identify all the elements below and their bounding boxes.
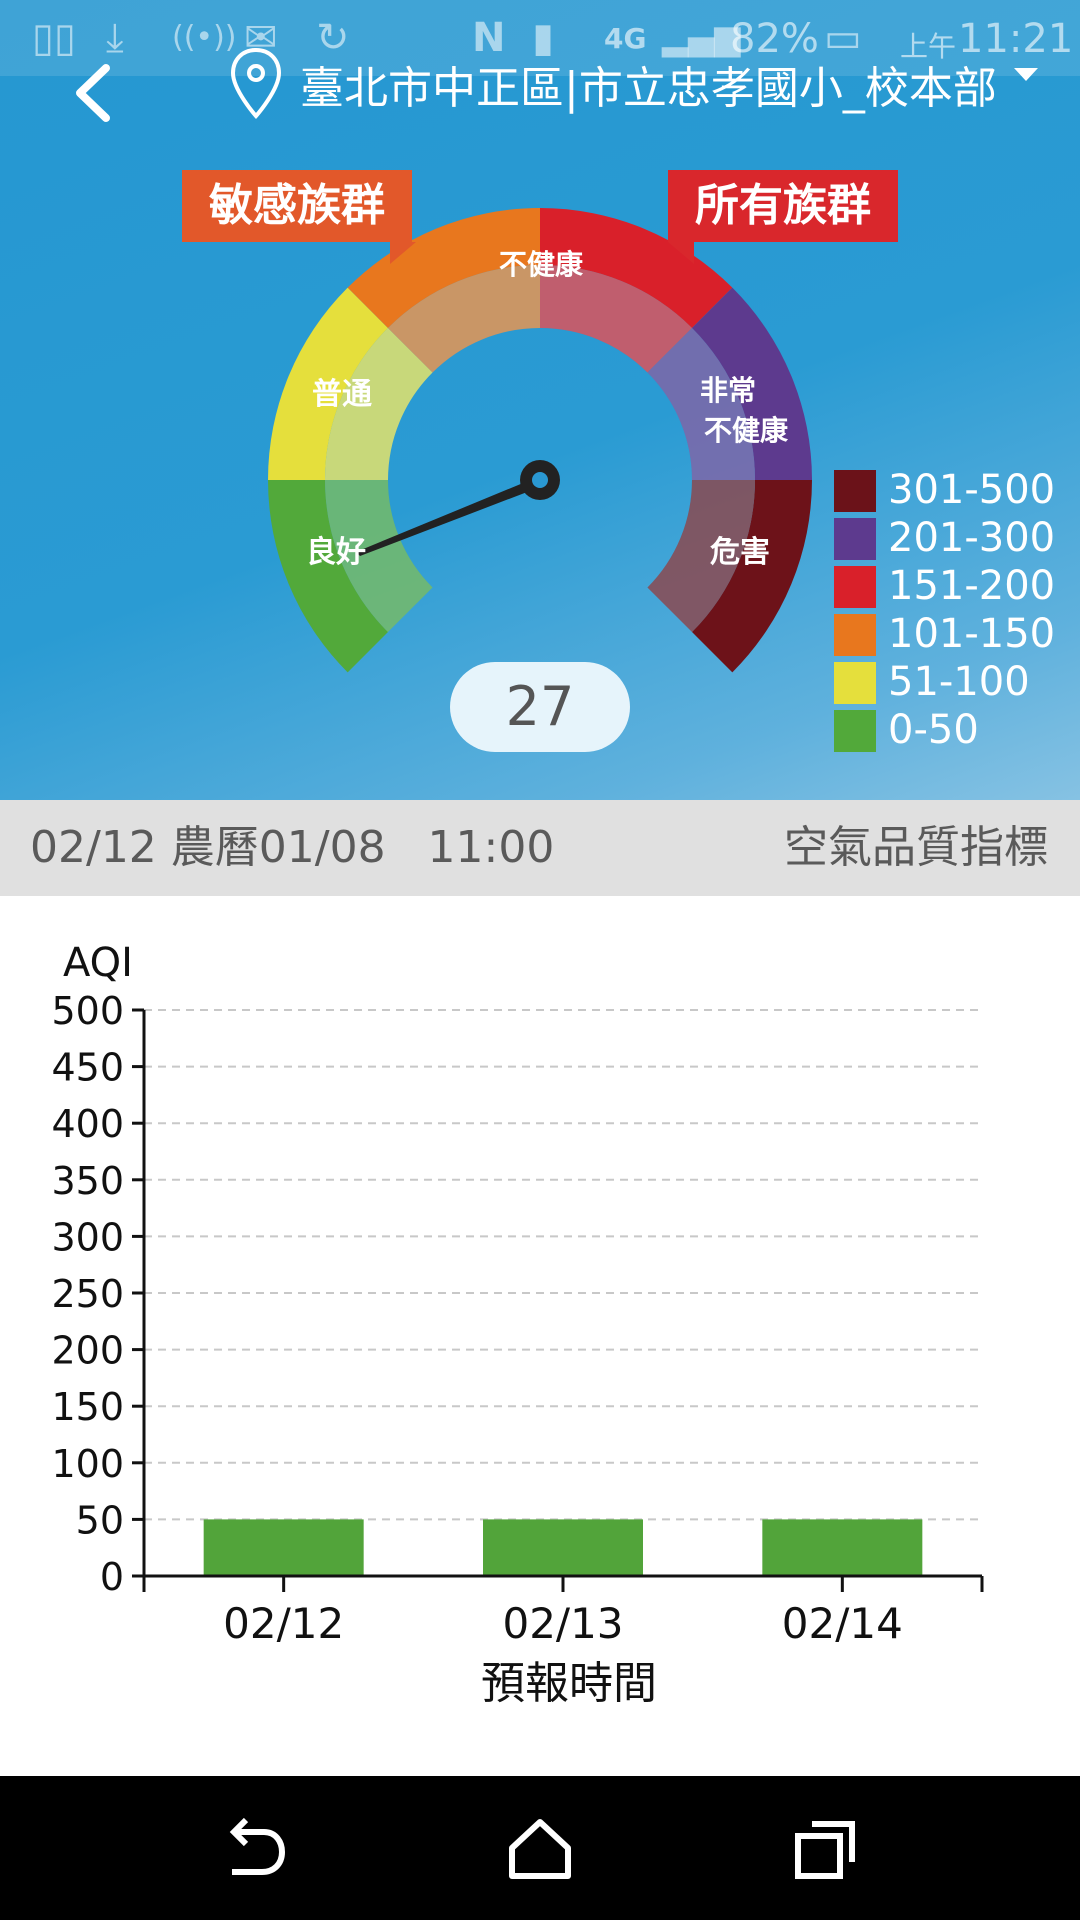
legend-swatch [834, 518, 876, 560]
aqi-value-badge: 27 [450, 662, 630, 752]
aqi-hero-panel: ▯▯ ⤓ ((•)) ✉ ↻ N ▮ 4G ▂▄▆ 82% ▭ 上午 11:21… [0, 0, 1080, 800]
legend-label: 101-150 [888, 611, 1056, 657]
forecast-bar-chart: AQI 0 50 100 150 200 250 300 350 400 450 500 02/12 02… [51, 940, 984, 1709]
sensitive-groups-tag: 敏感族群 [182, 170, 412, 242]
y-tick-label: 250 [51, 1272, 124, 1316]
segment-label-hazardous: 危害 [710, 535, 770, 570]
y-tick-label: 200 [51, 1329, 124, 1373]
system-nav-bar [0, 1776, 1080, 1920]
segment-label-unhealthy: 不健康 [499, 248, 584, 281]
x-tick-label: 02/14 [782, 1599, 903, 1648]
legend-swatch [834, 566, 876, 608]
segment-label-very-unhealthy-1: 非常 [700, 374, 756, 407]
forecast-chart: AQI 0 50 100 150 200 250 300 350 400 450 500 02/12 02… [0, 896, 1080, 1776]
legend-label: 301-500 [888, 467, 1056, 513]
aqi-legend: 301-500 201-300 151-200 101-150 51-100 0-50 [834, 466, 1074, 754]
legend-swatch [834, 614, 876, 656]
location-pin-icon [230, 47, 282, 120]
legend-label: 201-300 [888, 515, 1056, 561]
y-tick-label: 500 [51, 989, 124, 1033]
legend-label: 51-100 [888, 659, 1030, 705]
sensitive-tag-pointer [390, 242, 416, 264]
segment-label-very-unhealthy-2: 不健康 [704, 414, 789, 447]
x-tick-label: 02/13 [502, 1599, 623, 1648]
recent-apps-nav-icon[interactable] [786, 1808, 866, 1888]
back-nav-icon[interactable] [214, 1808, 294, 1888]
y-axis-label: AQI [63, 940, 133, 986]
y-tick-label: 350 [51, 1159, 124, 1203]
home-nav-icon[interactable] [500, 1808, 580, 1888]
legend-label: 151-200 [888, 563, 1056, 609]
legend-item: 51-100 [834, 658, 1074, 706]
y-tick-label: 150 [51, 1385, 124, 1429]
all-groups-tag: 所有族群 [668, 170, 898, 242]
legend-item: 0-50 [834, 706, 1074, 754]
station-name: 臺北市中正區|市立忠孝國小_校本部 [300, 63, 997, 114]
back-arrow-icon[interactable] [60, 58, 130, 128]
legend-item: 301-500 [834, 466, 1074, 514]
y-tick-label: 300 [51, 1215, 124, 1259]
y-tick-label: 0 [100, 1555, 124, 1599]
legend-label: 0-50 [888, 707, 979, 753]
y-tick-label: 450 [51, 1046, 124, 1090]
station-selector[interactable]: 臺北市中正區|市立忠孝國小_校本部 [300, 54, 1000, 124]
legend-item: 201-300 [834, 514, 1074, 562]
bar [483, 1519, 643, 1576]
segment-label-moderate: 普通 [312, 377, 372, 412]
all-tag-pointer [668, 242, 694, 264]
y-tick-label: 50 [76, 1498, 124, 1542]
legend-item: 151-200 [834, 562, 1074, 610]
bar [203, 1519, 364, 1576]
legend-item: 101-150 [834, 610, 1074, 658]
title-bar: 臺北市中正區|市立忠孝國小_校本部 [0, 40, 1080, 136]
y-tick-label: 400 [51, 1102, 124, 1146]
legend-swatch [834, 470, 876, 512]
bar [762, 1519, 923, 1576]
dropdown-caret-icon[interactable] [1014, 68, 1038, 81]
index-title: 空氣品質指標 [784, 822, 1048, 873]
legend-swatch [834, 662, 876, 704]
x-tick-label: 02/12 [223, 1599, 344, 1648]
info-bar: 02/12 農曆01/08 11:00 空氣品質指標 [0, 800, 1080, 896]
segment-label-good: 良好 [306, 535, 366, 570]
observation-date: 02/12 農曆01/08 11:00 [30, 822, 555, 873]
x-axis-label: 預報時間 [481, 1658, 657, 1709]
y-tick-label: 100 [51, 1442, 124, 1486]
legend-swatch [834, 710, 876, 752]
